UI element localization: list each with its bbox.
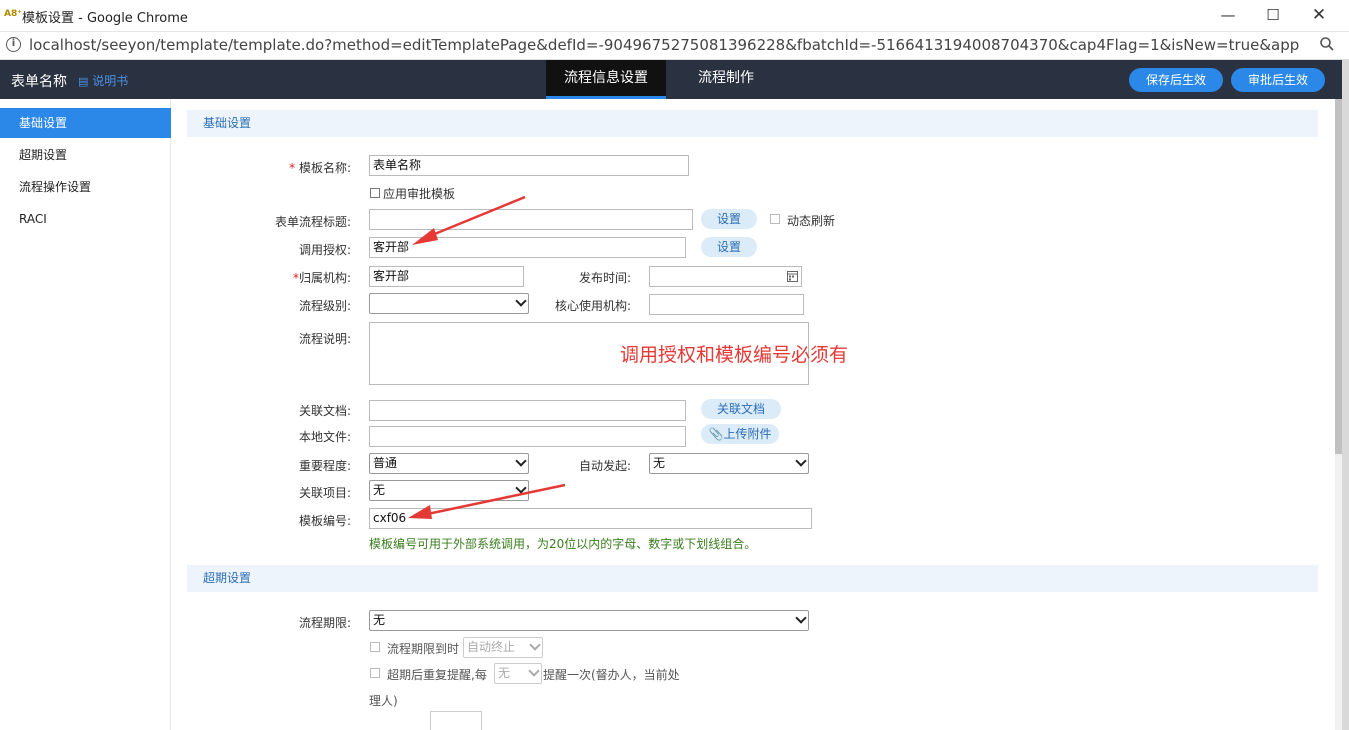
arrowhead-template-no [408,505,432,519]
scrollbar-thumb[interactable] [1335,99,1342,454]
vertical-scrollbar[interactable] [1335,99,1342,730]
window-edge [1342,60,1349,730]
annotation-arrows [408,195,566,519]
arrow-to-template-no [417,483,566,518]
arrowhead-auth [412,228,438,245]
